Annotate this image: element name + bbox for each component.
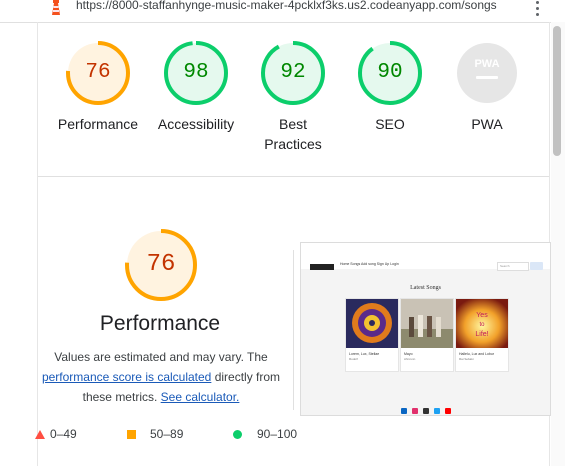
score-gauge-seo[interactable]: 90 [357, 40, 423, 106]
performance-description: Values are estimated and may vary. The p… [41, 350, 281, 404]
svg-text:to: to [479, 322, 485, 328]
album-art-mandala [346, 299, 398, 348]
score-value: 98 [183, 61, 209, 84]
performance-gauge-large: 76 [124, 228, 198, 302]
screenshot-heading: Latest Songs [410, 285, 441, 291]
legend-low: 0–49 [50, 427, 77, 441]
see-calculator-link[interactable]: See calculator. [161, 390, 240, 404]
screenshot-nav-links: Home Songs Add song Sign Up Login [340, 262, 399, 266]
fail-triangle-icon [35, 430, 45, 439]
vertical-divider [293, 250, 294, 410]
svg-text:Life!: Life! [475, 331, 488, 338]
song-card: Lorem, Lux, Stellae Rudolf [345, 298, 399, 372]
legend-high: 90–100 [257, 427, 298, 441]
github-icon [423, 408, 429, 414]
top-bar: https://8000-staffanhynge-music-maker-4p… [0, 0, 565, 23]
screenshot-search-box: Search [497, 262, 529, 271]
lighthouse-logo-icon [52, 0, 60, 15]
twitter-icon [434, 408, 440, 414]
score-label: PWA [471, 116, 503, 132]
score-gauge-best-practices[interactable]: 92 [260, 40, 326, 106]
score-value: 76 [85, 61, 111, 84]
linkedin-icon [401, 408, 407, 414]
score-label: Accessibility [157, 116, 235, 132]
score-gauge-accessibility[interactable]: 98 [163, 40, 229, 106]
score-calculated-link[interactable]: performance score is calculated [42, 370, 211, 384]
instagram-icon [412, 408, 418, 414]
score-gauge-pwa[interactable]: PWA [454, 40, 520, 106]
more-options-icon[interactable] [536, 1, 540, 17]
report-url[interactable]: https://8000-staffanhynge-music-maker-4p… [76, 0, 497, 12]
song-card: Yes to Life! Hallelu, Lux and Lobur Rai … [455, 298, 509, 372]
album-art-sunset: Yes to Life! [456, 299, 508, 348]
score-value: 92 [280, 61, 306, 84]
svg-text:Yes: Yes [476, 312, 488, 319]
performance-score-large: 76 [146, 251, 176, 278]
score-gauge-performance[interactable]: 76 [65, 40, 131, 106]
section-divider [38, 176, 549, 177]
score-value: PWA [474, 58, 500, 70]
score-value: 90 [377, 61, 403, 84]
screenshot-logo [310, 264, 334, 270]
score-label: Best Practices [264, 116, 322, 152]
legend-mid: 50–89 [150, 427, 184, 441]
youtube-icon [445, 408, 451, 414]
scrollbar-thumb[interactable] [553, 26, 561, 156]
performance-title: Performance [99, 312, 221, 335]
page-screenshot[interactable]: Home Songs Add song Sign Up Login Search… [300, 242, 551, 416]
pass-circle-icon [233, 430, 242, 439]
average-square-icon [127, 430, 136, 439]
album-art-group-photo [401, 299, 453, 348]
screenshot-search-button [530, 262, 543, 270]
song-card: Mayo Ahnrunn [400, 298, 454, 372]
